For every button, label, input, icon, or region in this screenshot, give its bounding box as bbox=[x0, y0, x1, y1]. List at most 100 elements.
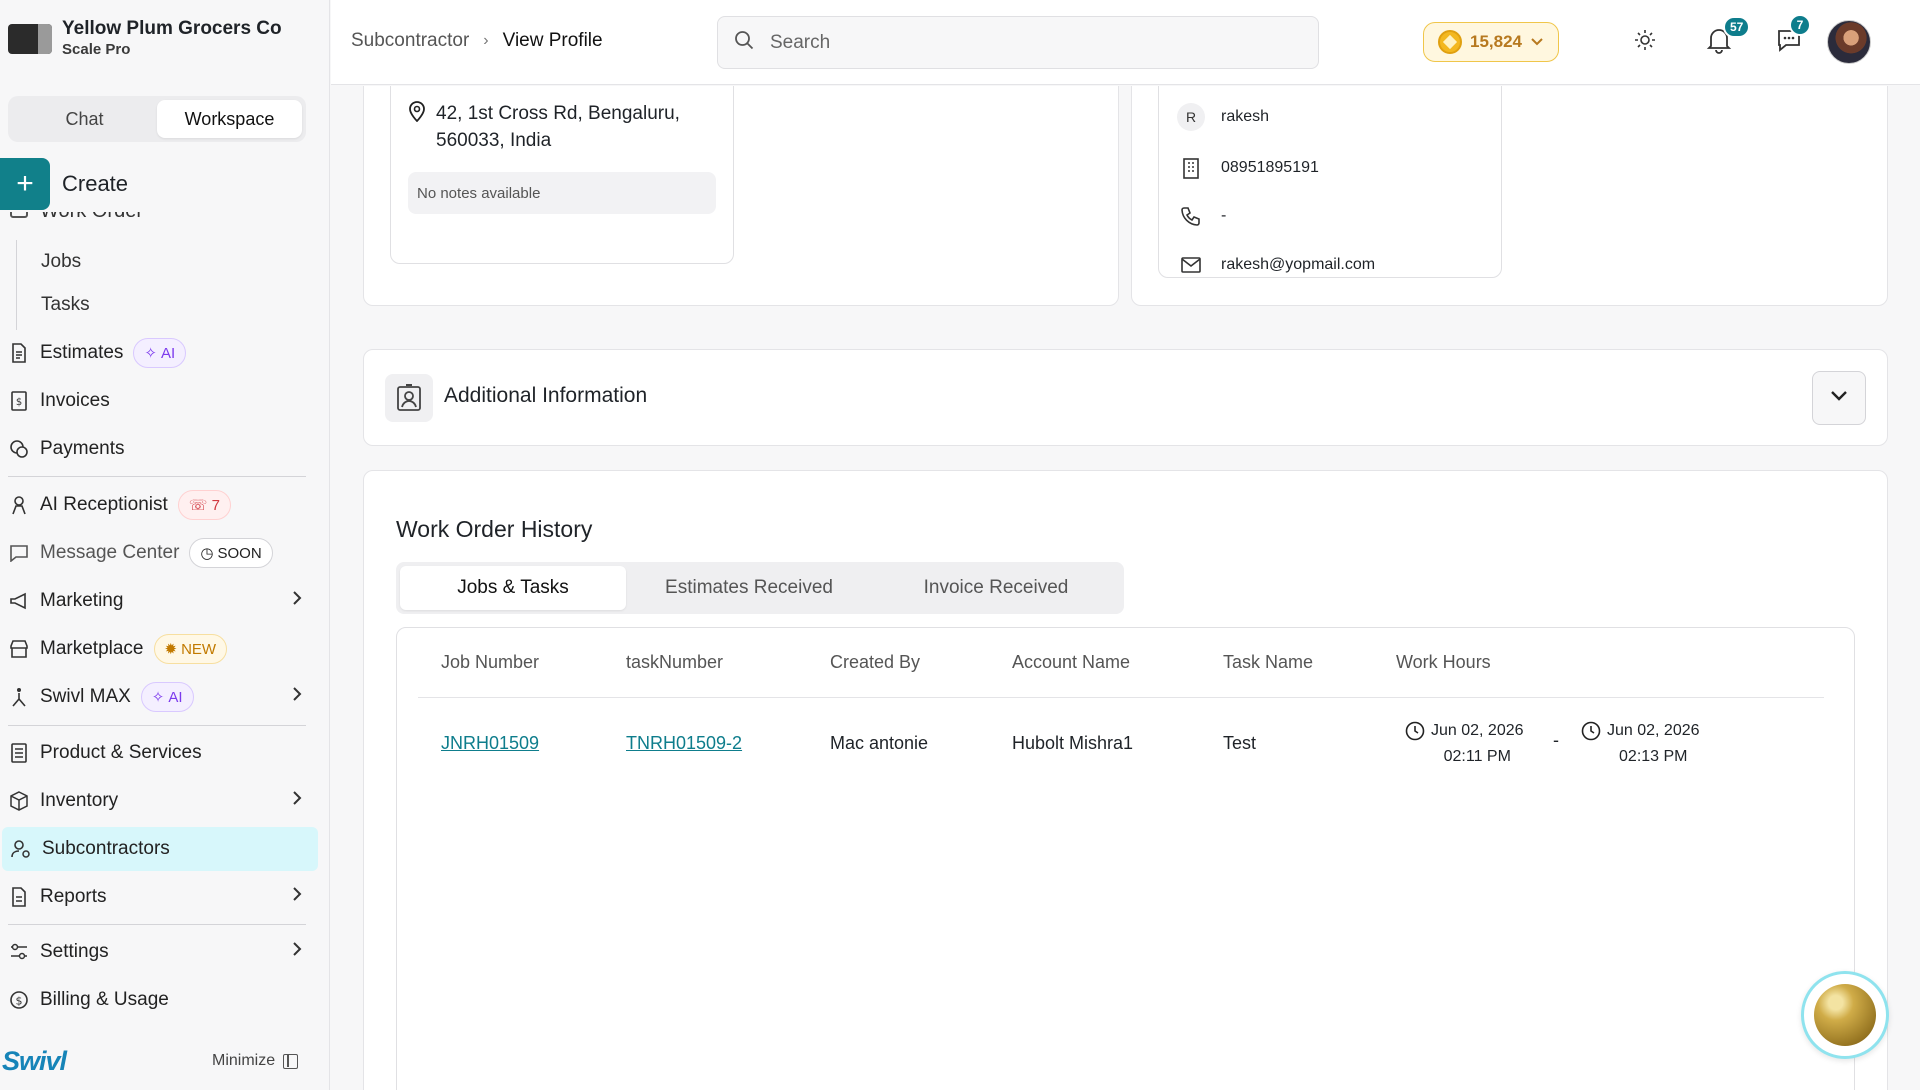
task-number-cell: TNRH01509-2 bbox=[626, 733, 742, 754]
sidebar-item-billing[interactable]: $ Billing & Usage bbox=[0, 978, 318, 1022]
task-number-link[interactable]: TNRH01509-2 bbox=[626, 733, 742, 753]
chevron-down-icon bbox=[1530, 32, 1544, 52]
contact-mobile: - bbox=[1221, 207, 1227, 224]
ai-assistant-button[interactable] bbox=[1801, 971, 1889, 1059]
sidebar-item-swivl-max[interactable]: Swivl MAX ✧ AI bbox=[0, 675, 318, 719]
sidebar-item-ai-receptionist[interactable]: AI Receptionist ☏ 7 bbox=[0, 483, 318, 527]
sliders-icon bbox=[8, 941, 30, 963]
sidebar-item-message-center[interactable]: Message Center ◷ SOON bbox=[0, 531, 318, 575]
sidebar-item-estimates[interactable]: Estimates ✧ AI bbox=[0, 331, 318, 375]
clock-icon bbox=[1405, 721, 1425, 770]
work-order-icon bbox=[10, 212, 28, 218]
chat-tab[interactable]: Chat bbox=[12, 100, 157, 138]
search-bar[interactable] bbox=[717, 16, 1319, 69]
search-icon bbox=[734, 30, 754, 55]
create-label: Create bbox=[62, 171, 129, 196]
sidebar-item-product-services[interactable]: Product & Services bbox=[0, 731, 318, 775]
chevron-down-icon bbox=[1830, 389, 1848, 407]
column-header-task-name: Task Name bbox=[1223, 652, 1314, 672]
tab-jobs-tasks[interactable]: Jobs & Tasks bbox=[400, 566, 626, 610]
sparkle-icon: ✧ bbox=[144, 345, 157, 362]
id-badge-icon bbox=[385, 374, 433, 422]
chevron-right-icon bbox=[292, 886, 302, 908]
end-date: Jun 02, 2026 bbox=[1607, 722, 1700, 739]
work-order-tabs: Jobs & Tasks Estimates Received Invoice … bbox=[396, 562, 1124, 614]
work-hours-start: Jun 02, 2026 02:11 PM bbox=[1405, 718, 1524, 770]
sun-icon bbox=[1634, 29, 1656, 56]
breadcrumb-view-profile: View Profile bbox=[502, 30, 603, 51]
create-button[interactable]: + Create bbox=[0, 158, 128, 210]
clock-icon: ◷ bbox=[200, 545, 214, 562]
work-order-subnav: Jobs Tasks bbox=[16, 240, 90, 330]
phone-icon bbox=[1177, 202, 1205, 230]
job-number-cell: JNRH01509 bbox=[441, 733, 539, 754]
breadcrumb-subcontractor[interactable]: Subcontractor bbox=[351, 30, 469, 52]
credits-button[interactable]: 15,824 bbox=[1423, 22, 1559, 62]
notifications-button[interactable]: 57 bbox=[1701, 16, 1751, 60]
tab-estimates-received[interactable]: Estimates Received bbox=[626, 566, 872, 610]
created-by-cell: Mac antonie bbox=[830, 733, 929, 753]
sidebar-item-work-order[interactable]: Work Order bbox=[0, 212, 330, 234]
sidebar-item-subcontractors[interactable]: Subcontractors bbox=[2, 827, 318, 871]
address: 42, 1st Cross Rd, Bengaluru, 560033, Ind… bbox=[408, 100, 680, 154]
app-root: Yellow Plum Grocers Co Scale Pro Chat Wo… bbox=[0, 0, 1920, 1090]
theme-toggle-button[interactable] bbox=[1627, 24, 1663, 60]
notes-box: No notes available bbox=[408, 172, 716, 214]
brand[interactable]: Yellow Plum Grocers Co Scale Pro bbox=[8, 18, 282, 60]
map-pin-icon bbox=[408, 100, 426, 154]
column-header-account-name: Account Name bbox=[1012, 652, 1131, 672]
tab-invoice-received[interactable]: Invoice Received bbox=[872, 566, 1120, 610]
assistant-orb-icon bbox=[1814, 984, 1876, 1046]
megaphone-icon bbox=[8, 590, 30, 612]
swivl-logo: Swivl bbox=[2, 1046, 67, 1076]
sidebar-item-tasks[interactable]: Tasks bbox=[17, 283, 90, 326]
chevron-right-icon: › bbox=[483, 32, 489, 49]
notification-count-badge: 57 bbox=[1723, 16, 1751, 38]
chevron-right-icon bbox=[292, 941, 302, 963]
search-input[interactable] bbox=[770, 31, 1290, 54]
report-icon bbox=[8, 886, 30, 908]
top-header: Subcontractor › View Profile 15,824 57 7 bbox=[331, 0, 1920, 85]
sidebar-item-payments[interactable]: Payments bbox=[0, 427, 318, 471]
address-line-2: 560033, India bbox=[436, 130, 552, 151]
sidebar-item-reports[interactable]: Reports bbox=[0, 875, 318, 919]
coins-icon bbox=[8, 438, 30, 460]
account-name-cell: Hubolt Mishra1 bbox=[1012, 733, 1134, 753]
table-header-divider bbox=[418, 697, 1824, 698]
ai-badge: ✧ AI bbox=[133, 338, 187, 368]
sidebar-item-marketplace[interactable]: Marketplace ✹ NEW bbox=[0, 627, 318, 671]
document-icon bbox=[8, 342, 30, 364]
contact-name: rakesh bbox=[1221, 108, 1270, 125]
sidebar-item-settings[interactable]: Settings bbox=[0, 930, 318, 974]
receptionist-icon bbox=[8, 494, 30, 516]
task-name-cell: Test bbox=[1223, 733, 1257, 753]
building-icon bbox=[1177, 154, 1205, 182]
sidebar-item-marketing[interactable]: Marketing bbox=[0, 579, 318, 623]
user-avatar[interactable] bbox=[1827, 20, 1871, 64]
workspace-tab[interactable]: Workspace bbox=[157, 100, 302, 138]
start-date: Jun 02, 2026 bbox=[1431, 722, 1524, 739]
messages-button[interactable]: 7 bbox=[1771, 14, 1811, 60]
new-badge: ✹ NEW bbox=[153, 634, 228, 664]
sidebar-item-inventory[interactable]: Inventory bbox=[0, 779, 318, 823]
minimize-button[interactable]: Minimize bbox=[212, 1052, 299, 1070]
work-hours-end: Jun 02, 2026 02:13 PM bbox=[1581, 718, 1700, 770]
contact-initial-avatar: R bbox=[1177, 103, 1205, 131]
address-line-1: 42, 1st Cross Rd, Bengaluru, bbox=[436, 103, 680, 124]
figure-icon bbox=[8, 686, 30, 708]
message-icon bbox=[8, 542, 30, 564]
additional-info-expand-button[interactable] bbox=[1812, 371, 1866, 425]
store-icon bbox=[8, 638, 30, 660]
phone-icon: ☏ bbox=[188, 497, 208, 514]
sidebar-item-invoices[interactable]: $ Invoices bbox=[0, 379, 318, 423]
breadcrumb: Subcontractor › View Profile bbox=[351, 30, 603, 52]
user-cog-icon bbox=[10, 838, 32, 860]
column-header-work-hours: Work Hours bbox=[1396, 652, 1491, 672]
mode-toggle: Chat Workspace bbox=[8, 96, 306, 142]
mail-icon bbox=[1177, 251, 1205, 279]
sidebar-item-jobs[interactable]: Jobs bbox=[17, 240, 90, 283]
contact-email-row: rakesh@yopmail.com bbox=[1177, 251, 1375, 279]
job-number-link[interactable]: JNRH01509 bbox=[441, 733, 539, 753]
sidebar-divider bbox=[8, 476, 306, 477]
work-order-history-title: Work Order History bbox=[396, 516, 593, 542]
